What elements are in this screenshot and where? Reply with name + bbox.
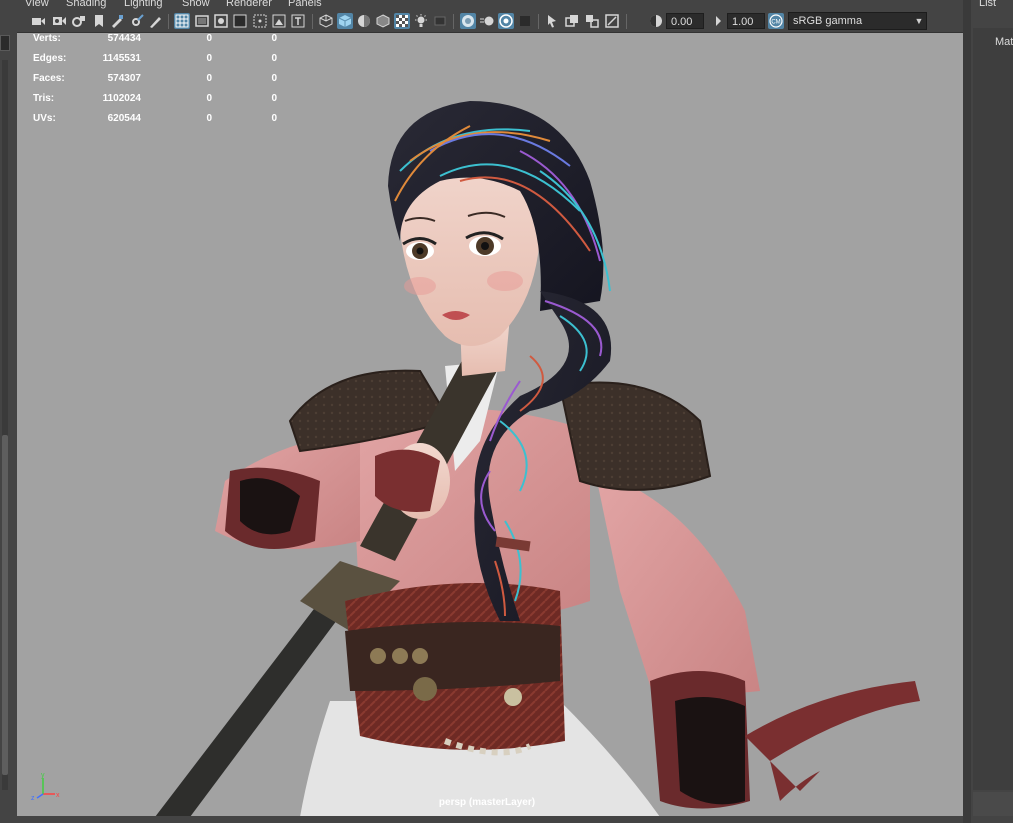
multisample-aa-icon[interactable] — [498, 13, 514, 29]
depth-of-field-icon[interactable] — [517, 13, 533, 29]
color-management-icon[interactable]: CM — [768, 13, 784, 29]
poly-count-hud: Verts: 574434 0 0 Edges: 1145531 0 0 Fac… — [17, 33, 317, 133]
toolbar-separator — [538, 14, 539, 29]
grease-pencil-icon[interactable] — [129, 13, 145, 29]
backface-culling-icon[interactable] — [604, 13, 620, 29]
hud-value: 0 — [206, 93, 212, 104]
right-panel-content — [973, 28, 1013, 790]
hud-value: 0 — [206, 73, 212, 84]
menu-list[interactable]: List — [979, 0, 996, 9]
right-dock-panel: List Mat — [963, 0, 1013, 823]
menu-view[interactable]: View — [25, 0, 49, 10]
panel-item-label[interactable]: Mat — [995, 36, 1013, 48]
menu-panels[interactable]: Panels — [288, 0, 322, 10]
textured-icon[interactable] — [394, 13, 410, 29]
resolution-gate-icon[interactable] — [213, 13, 229, 29]
camera-attributes-icon[interactable] — [51, 13, 67, 29]
character-render — [155, 101, 920, 817]
hud-value: 1145531 — [102, 53, 141, 64]
menu-show[interactable]: Show — [182, 0, 210, 10]
hud-row-uvs: UVs: 620544 0 0 — [17, 112, 317, 126]
hud-row-verts: Verts: 574434 0 0 — [17, 33, 317, 46]
2d-pan-zoom-icon[interactable] — [109, 13, 125, 29]
smooth-shade-icon[interactable] — [337, 13, 353, 29]
hud-label: UVs: — [33, 113, 56, 124]
menu-shading[interactable]: Shading — [66, 0, 106, 10]
wireframe-icon[interactable] — [318, 13, 334, 29]
xray-joints-icon[interactable] — [584, 13, 600, 29]
camera-name-label: persp (masterLayer) — [438, 797, 536, 808]
hud-value: 620544 — [107, 113, 141, 124]
hud-value: 0 — [271, 113, 277, 124]
hud-row-tris: Tris: 1102024 0 0 — [17, 92, 317, 106]
hud-label: Verts: — [33, 33, 61, 44]
exposure-field[interactable]: 0.00 — [666, 13, 704, 29]
hud-value: 0 — [206, 33, 212, 44]
left-scrollbar-thumb[interactable] — [2, 435, 8, 775]
toolbar-separator — [312, 14, 313, 29]
exposure-icon[interactable] — [648, 13, 664, 29]
menu-renderer[interactable]: Renderer — [226, 0, 272, 10]
menu-lighting[interactable]: Lighting — [124, 0, 163, 10]
viewport-bottom-border — [0, 816, 963, 823]
view-transform-value: sRGB gamma — [793, 15, 863, 27]
select-camera-icon[interactable] — [30, 13, 46, 29]
lights-icon[interactable] — [413, 13, 429, 29]
hud-label: Faces: — [33, 73, 65, 84]
axis-x-label: x — [56, 792, 60, 799]
axis-gizmo-icon: x y z — [31, 772, 60, 802]
safe-title-icon[interactable] — [290, 13, 306, 29]
axis-y-label: y — [41, 772, 45, 779]
hud-value: 0 — [271, 93, 277, 104]
svg-text:CM: CM — [771, 20, 780, 26]
toolbar-separator — [453, 14, 454, 29]
grid-icon[interactable] — [174, 13, 190, 29]
hud-value: 0 — [206, 113, 212, 124]
hud-value: 0 — [271, 33, 277, 44]
hud-label: Tris: — [33, 93, 55, 104]
hud-label: Edges: — [33, 53, 67, 64]
axis-z-label: z — [31, 795, 35, 802]
hud-row-faces: Faces: 574307 0 0 — [17, 72, 317, 86]
default-material-icon[interactable] — [356, 13, 372, 29]
3d-viewport[interactable]: Verts: 574434 0 0 Edges: 1145531 0 0 Fac… — [17, 32, 963, 817]
safe-action-icon[interactable] — [271, 13, 287, 29]
chevron-down-icon[interactable]: ▼ — [912, 13, 926, 29]
toolbar-separator — [626, 14, 627, 29]
left-dock-strip — [0, 0, 16, 823]
hud-value: 574307 — [107, 73, 141, 84]
hud-row-edges: Edges: 1145531 0 0 — [17, 52, 317, 66]
hud-value: 1102024 — [102, 93, 141, 104]
motion-blur-icon[interactable] — [479, 13, 495, 29]
right-panel-footer — [973, 792, 1013, 816]
left-panel-handle[interactable] — [0, 35, 10, 51]
panel-menu-bar: View Shading Lighting Show Renderer Pane… — [16, 0, 963, 11]
hud-value: 0 — [271, 73, 277, 84]
panel-splitter[interactable] — [963, 0, 971, 823]
isolate-select-icon[interactable] — [544, 13, 560, 29]
view-transform-select[interactable]: sRGB gamma — [788, 12, 927, 30]
hud-value: 0 — [271, 53, 277, 64]
hud-value: 0 — [206, 53, 212, 64]
xray-icon[interactable] — [564, 13, 580, 29]
image-plane-icon[interactable] — [91, 13, 107, 29]
film-gate-icon[interactable] — [194, 13, 210, 29]
shadows-icon[interactable] — [432, 13, 448, 29]
pencil-icon[interactable] — [147, 13, 163, 29]
screen-space-ao-icon[interactable] — [460, 13, 476, 29]
gate-mask-icon[interactable] — [232, 13, 248, 29]
toolbar-separator — [168, 14, 169, 29]
gamma-field[interactable]: 1.00 — [727, 13, 765, 29]
bookmarks-icon[interactable] — [71, 13, 87, 29]
wireframe-on-shaded-icon[interactable] — [375, 13, 391, 29]
field-chart-icon[interactable] — [252, 13, 268, 29]
gamma-icon[interactable] — [710, 13, 726, 29]
hud-value: 574434 — [107, 33, 141, 44]
viewport-toolbar: 0.00 1.00 CM sRGB gamma ▼ — [16, 11, 963, 32]
